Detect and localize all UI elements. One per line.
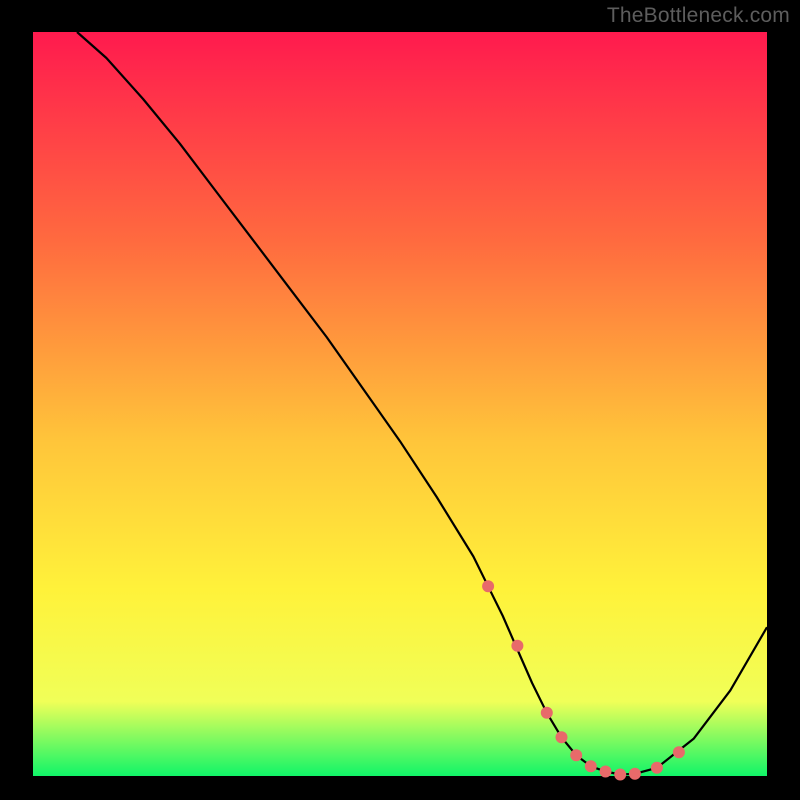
highlight-dot — [651, 762, 663, 774]
highlight-dot — [511, 640, 523, 652]
highlight-dot — [570, 749, 582, 761]
highlight-dot — [541, 707, 553, 719]
bottleneck-chart — [0, 0, 800, 800]
gradient-panel — [33, 32, 767, 776]
highlight-dot — [585, 760, 597, 772]
chart-stage: TheBottleneck.com — [0, 0, 800, 800]
highlight-dot — [614, 769, 626, 781]
highlight-dot — [556, 731, 568, 743]
highlight-dot — [482, 580, 494, 592]
watermark-text: TheBottleneck.com — [607, 4, 790, 28]
highlight-dot — [629, 768, 641, 780]
highlight-dot — [600, 766, 612, 778]
highlight-dot — [673, 746, 685, 758]
